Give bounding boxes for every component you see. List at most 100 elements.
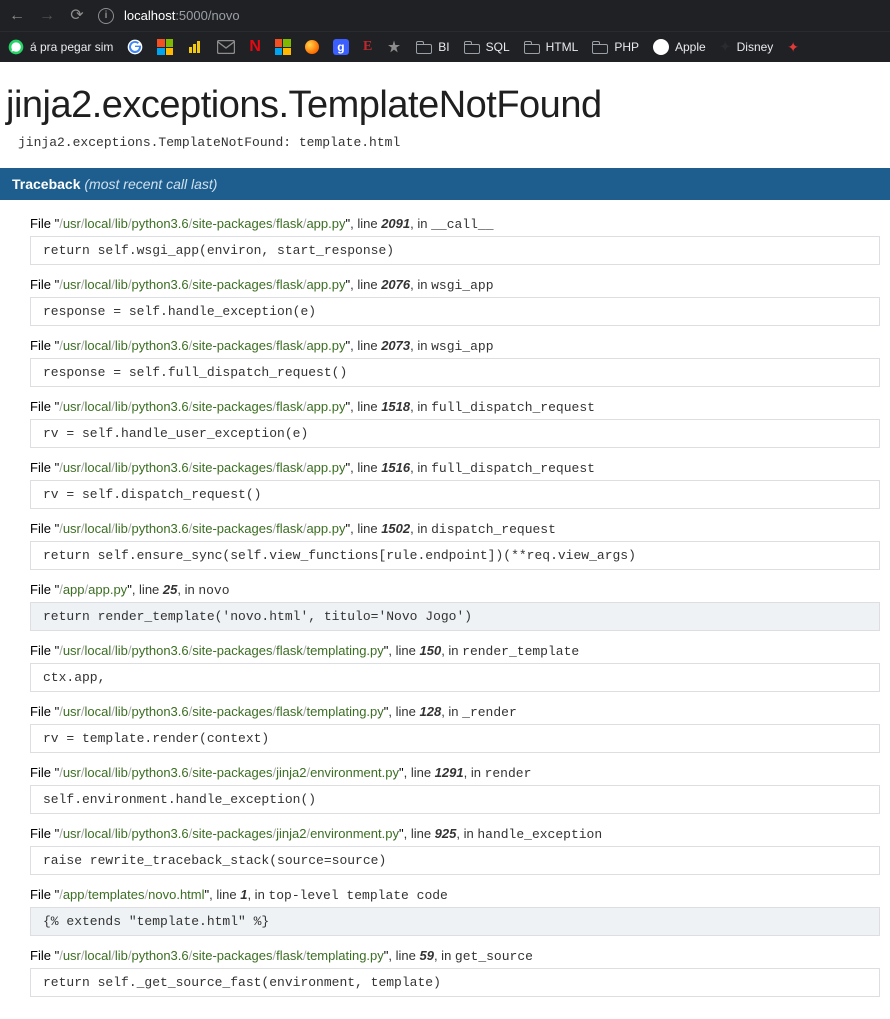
frame-location: File "/usr/local/lib/python3.6/site-pack… [30,521,880,537]
red-bird-icon: ✦ [787,39,799,56]
frame-location: File "/usr/local/lib/python3.6/site-pack… [30,704,880,720]
bookmark-powerbi[interactable] [187,39,203,55]
bookmark-html[interactable]: HTML [524,40,579,54]
traceback-frame[interactable]: File "/usr/local/lib/python3.6/site-pack… [30,460,880,509]
bookmark-tiles-color[interactable] [275,39,291,55]
frame-location: File "/app/templates/novo.html", line 1,… [30,887,880,903]
frame-code[interactable]: raise rewrite_traceback_stack(source=sou… [30,846,880,875]
traceback-frame[interactable]: File "/usr/local/lib/python3.6/site-pack… [30,216,880,265]
mail-icon [217,40,235,54]
frame-location: File "/usr/local/lib/python3.6/site-pack… [30,399,880,415]
frame-code[interactable]: self.environment.handle_exception() [30,785,880,814]
traceback-frame[interactable]: File "/usr/local/lib/python3.6/site-pack… [30,643,880,692]
frame-code[interactable]: ctx.app, [30,663,880,692]
traceback-header: Traceback (most recent call last) [0,168,890,200]
frame-location: File "/usr/local/lib/python3.6/site-pack… [30,277,880,293]
url-text: localhost:5000/novo [124,8,240,23]
whatsapp-icon [8,39,24,55]
netflix-icon: N [249,38,261,56]
bookmarks-bar: á pra pegar sim NgE BI SQL HTML PHP Apple ✦ Disn… [0,32,890,62]
bookmark-mail[interactable] [217,40,235,54]
bookmark-label: HTML [546,40,579,54]
traceback-frame[interactable]: File "/usr/local/lib/python3.6/site-pack… [30,338,880,387]
frame-location: File "/usr/local/lib/python3.6/site-pack… [30,216,880,232]
frame-location: File "/usr/local/lib/python3.6/site-pack… [30,338,880,354]
frame-code[interactable]: rv = template.render(context) [30,724,880,753]
bookmark-apple[interactable]: Apple [653,39,706,55]
traceback-frames: File "/usr/local/lib/python3.6/site-pack… [0,200,890,1019]
star-icon [386,39,402,55]
g-blue-icon: g [333,39,349,55]
bookmark-e-glyph[interactable]: E [363,39,372,55]
nav-back-icon[interactable]: ← [8,8,26,24]
bookmark-label: BI [438,40,449,54]
orange-circle-icon [305,40,319,54]
frame-code[interactable]: rv = self.dispatch_request() [30,480,880,509]
traceback-header-sub: (most recent call last) [84,176,217,192]
traceback-frame[interactable]: File "/usr/local/lib/python3.6/site-pack… [30,277,880,326]
frame-location: File "/usr/local/lib/python3.6/site-pack… [30,948,880,964]
frame-location: File "/usr/local/lib/python3.6/site-pack… [30,643,880,659]
folder-icon [592,41,608,54]
traceback-frame[interactable]: File "/usr/local/lib/python3.6/site-pack… [30,521,880,570]
address-bar[interactable]: i localhost:5000/novo [98,8,240,24]
bookmark-google[interactable] [127,39,143,55]
traceback-frame[interactable]: File "/usr/local/lib/python3.6/site-pack… [30,399,880,448]
frame-code[interactable]: response = self.handle_exception(e) [30,297,880,326]
bookmark-circle-orange[interactable] [305,40,319,54]
frame-location: File "/usr/local/lib/python3.6/site-pack… [30,765,880,781]
bookmark-label: Disney [737,40,774,54]
nav-forward-icon: → [38,8,56,24]
bookmark-netflix[interactable]: N [249,38,261,56]
frame-code[interactable]: return self.ensure_sync(self.view_functi… [30,541,880,570]
frame-location: File "/usr/local/lib/python3.6/site-pack… [30,826,880,842]
ms-tiles-icon [157,39,173,55]
exception-summary: jinja2.exceptions.TemplateNotFound: temp… [18,135,890,150]
frame-code[interactable]: rv = self.handle_user_exception(e) [30,419,880,448]
bookmark-á-pra-pegar-sim[interactable]: á pra pegar sim [8,39,113,55]
e-icon: E [363,39,372,55]
bookmark-star[interactable] [386,39,402,55]
url-host: localhost [124,8,175,23]
disney-icon: ✦ [720,39,731,55]
bookmark-red-bird[interactable]: ✦ [787,39,799,56]
bookmark-bi[interactable]: BI [416,40,449,54]
traceback-frame[interactable]: File "/usr/local/lib/python3.6/site-pack… [30,948,880,997]
site-info-icon[interactable]: i [98,8,114,24]
traceback-frame[interactable]: File "/app/templates/novo.html", line 1,… [30,887,880,936]
page-title: jinja2.exceptions.TemplateNotFound [6,84,884,127]
reload-icon[interactable]: ⟳ [68,8,86,24]
bookmark-ms-tiles[interactable] [157,39,173,55]
frame-code[interactable]: {% extends "template.html" %} [30,907,880,936]
frame-code[interactable]: return render_template('novo.html', titu… [30,602,880,631]
frame-code[interactable]: return self.wsgi_app(environ, start_resp… [30,236,880,265]
frame-code[interactable]: return self._get_source_fast(environment… [30,968,880,997]
bookmark-php[interactable]: PHP [592,40,639,54]
traceback-frame[interactable]: File "/usr/local/lib/python3.6/site-pack… [30,826,880,875]
traceback-frame[interactable]: File "/usr/local/lib/python3.6/site-pack… [30,704,880,753]
address-row: ← → ⟳ i localhost:5000/novo [0,0,890,32]
traceback-header-word: Traceback [12,176,81,192]
flask-error-page: jinja2.exceptions.TemplateNotFound jinja… [0,84,890,1019]
bookmark-g-blue[interactable]: g [333,39,349,55]
bookmark-label: Apple [675,40,706,54]
tiles-icon [275,39,291,55]
powerbi-icon [187,39,203,55]
bookmark-label: PHP [614,40,639,54]
folder-icon [464,41,480,54]
apple-icon [653,39,669,55]
traceback-frame[interactable]: File "/usr/local/lib/python3.6/site-pack… [30,765,880,814]
frame-code[interactable]: response = self.full_dispatch_request() [30,358,880,387]
google-icon [127,39,143,55]
browser-chrome: ← → ⟳ i localhost:5000/novo á pra pegar … [0,0,890,62]
folder-icon [416,41,432,54]
frame-location: File "/app/app.py", line 25, in novo [30,582,880,598]
bookmark-disney[interactable]: ✦ Disney [720,39,774,55]
url-rest: :5000/novo [175,8,239,23]
bookmark-label: SQL [486,40,510,54]
bookmark-label: á pra pegar sim [30,40,113,54]
bookmark-sql[interactable]: SQL [464,40,510,54]
folder-icon [524,41,540,54]
traceback-frame[interactable]: File "/app/app.py", line 25, in novo retu… [30,582,880,631]
frame-location: File "/usr/local/lib/python3.6/site-pack… [30,460,880,476]
